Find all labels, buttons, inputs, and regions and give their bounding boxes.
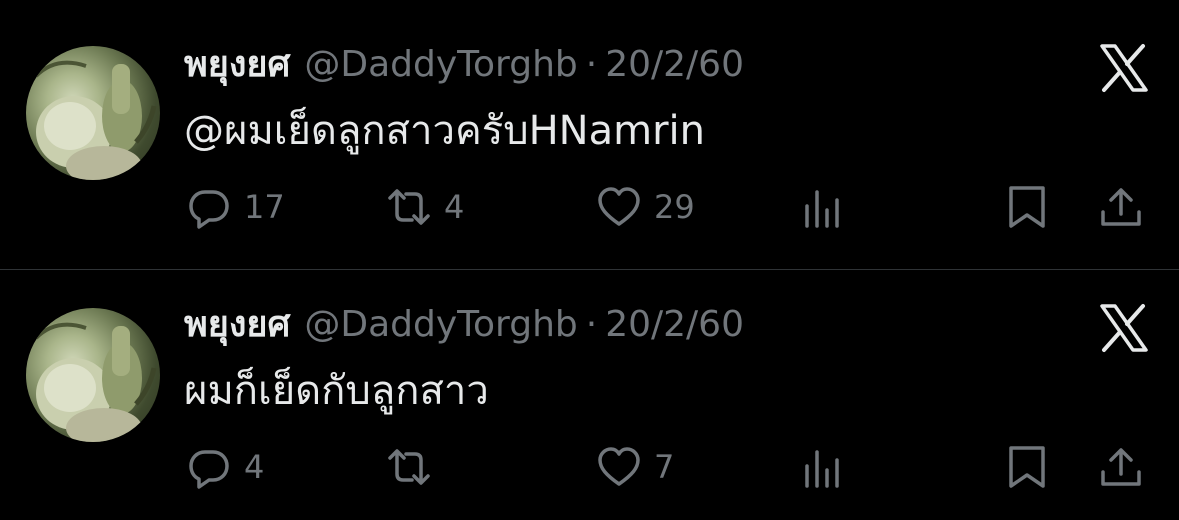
tweet-actions: 17 4 29 — [0, 180, 1179, 234]
retweet-button[interactable]: 4 — [386, 180, 464, 234]
bookmark-button[interactable] — [1004, 180, 1050, 234]
bookmark-icon — [1009, 446, 1045, 488]
reply-count: 4 — [244, 448, 265, 486]
share-button[interactable] — [1098, 440, 1144, 494]
bookmark-button[interactable] — [1004, 440, 1050, 494]
heart-icon — [598, 447, 640, 486]
separator-dot: · — [585, 304, 598, 345]
tweet-date[interactable]: 20/2/60 — [605, 40, 744, 90]
reply-icon — [189, 190, 229, 229]
tweet-date[interactable]: 20/2/60 — [605, 300, 744, 350]
share-button[interactable] — [1098, 180, 1144, 234]
avatar-image — [34, 322, 157, 442]
views-icon — [805, 190, 839, 228]
like-button[interactable]: 7 — [596, 440, 674, 494]
views-button[interactable] — [800, 440, 846, 494]
heart-icon — [598, 187, 640, 226]
views-button[interactable] — [800, 180, 846, 234]
reply-count: 17 — [244, 188, 285, 226]
share-icon — [1101, 448, 1141, 486]
retweet-count: 4 — [444, 188, 465, 226]
views-icon — [805, 450, 839, 488]
display-name[interactable]: พยุงยศ — [184, 300, 290, 350]
share-icon — [1101, 188, 1141, 226]
separator-dot: · — [585, 44, 598, 85]
like-count: 29 — [654, 188, 695, 226]
like-count: 7 — [654, 448, 675, 486]
tweet-header: พยุงยศ @DaddyTorghb · 20/2/60 — [184, 300, 744, 350]
retweet-icon — [388, 449, 430, 485]
retweet-icon — [388, 189, 430, 225]
x-logo-icon — [1098, 42, 1150, 94]
bookmark-icon — [1009, 186, 1045, 228]
display-name[interactable]: พยุงยศ — [184, 40, 290, 90]
user-handle[interactable]: @DaddyTorghb — [304, 40, 577, 90]
tweet-actions: 4 7 — [0, 440, 1179, 494]
like-button[interactable]: 29 — [596, 180, 695, 234]
user-handle[interactable]: @DaddyTorghb — [304, 300, 577, 350]
tweet[interactable]: พยุงยศ @DaddyTorghb · 20/2/60 ผมก็เย็ดกั… — [0, 260, 1179, 520]
avatar[interactable] — [26, 308, 160, 442]
avatar-image — [34, 60, 157, 180]
avatar[interactable] — [26, 46, 160, 180]
tweet-text: @ผมเย็ดลูกสาวครับHNamrin — [184, 108, 705, 154]
tweet-header: พยุงยศ @DaddyTorghb · 20/2/60 — [184, 40, 744, 90]
retweet-button[interactable] — [386, 440, 444, 494]
reply-icon — [189, 450, 229, 489]
reply-button[interactable]: 17 — [186, 180, 285, 234]
reply-button[interactable]: 4 — [186, 440, 264, 494]
tweet[interactable]: พยุงยศ @DaddyTorghb · 20/2/60 @ผมเย็ดลูก… — [0, 0, 1179, 260]
tweet-text: ผมก็เย็ดกับลูกสาว — [184, 368, 489, 414]
x-logo-icon — [1098, 302, 1150, 354]
